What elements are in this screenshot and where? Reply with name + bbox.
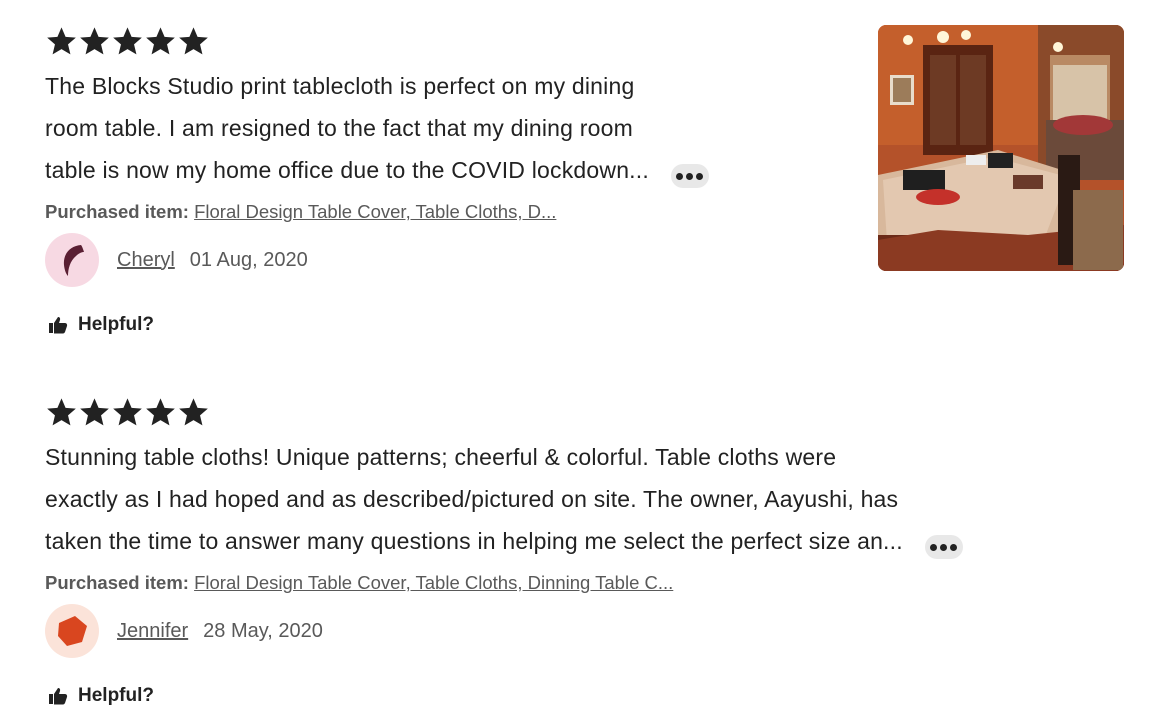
thumbs-up-icon — [49, 317, 68, 334]
review-date: 28 May, 2020 — [203, 619, 323, 642]
dot-icon — [686, 172, 694, 180]
star-icon — [80, 27, 109, 55]
pentagon-shape-icon — [58, 616, 87, 646]
helpful-button[interactable]: Helpful? — [45, 685, 1105, 707]
review-text-line: table is now my home office due to the C… — [45, 157, 649, 183]
crescent-shape-icon — [63, 245, 84, 276]
dot-icon — [930, 543, 938, 551]
star-rating — [45, 25, 825, 57]
expand-review-button[interactable] — [924, 535, 963, 559]
purchased-item: Purchased item: Floral Design Table Cove… — [45, 201, 825, 223]
purchased-item-link[interactable]: Floral Design Table Cover, Table Cloths,… — [194, 572, 673, 593]
dining-room-photo — [878, 25, 1124, 271]
reviewer-info: Jennifer 28 May, 2020 — [45, 604, 1105, 658]
star-icon — [80, 398, 109, 426]
purchased-item-link[interactable]: Floral Design Table Cover, Table Cloths,… — [194, 201, 556, 222]
star-icon — [47, 27, 76, 55]
reviewer-name-link[interactable]: Jennifer — [117, 620, 188, 643]
helpful-button[interactable]: Helpful? — [45, 314, 825, 336]
purchased-item-label: Purchased item: — [45, 572, 189, 593]
purchased-item-label: Purchased item: — [45, 201, 189, 222]
star-icon — [179, 398, 208, 426]
review-text: The Blocks Studio print tablecloth is pe… — [45, 65, 649, 191]
star-icon — [47, 398, 76, 426]
helpful-label: Helpful? — [78, 314, 154, 335]
star-icon — [146, 27, 175, 55]
star-icon — [113, 27, 142, 55]
avatar[interactable] — [45, 604, 99, 658]
avatar[interactable] — [45, 233, 99, 287]
expand-review-button[interactable] — [670, 164, 709, 188]
star-icon — [146, 398, 175, 426]
review-text-line: Stunning table cloths! Unique patterns; … — [45, 444, 837, 470]
dot-icon — [676, 172, 684, 180]
helpful-label: Helpful? — [78, 685, 154, 706]
dot-icon — [940, 543, 948, 551]
star-rating — [45, 396, 1105, 428]
star-icon — [179, 27, 208, 55]
review-text-line: exactly as I had hoped and as described/… — [45, 486, 899, 512]
review-text: Stunning table cloths! Unique patterns; … — [45, 436, 903, 562]
review-card-2: Stunning table cloths! Unique patterns; … — [45, 396, 1105, 707]
review-text-line: taken the time to answer many questions … — [45, 528, 903, 554]
review-date: 01 Aug, 2020 — [189, 248, 308, 271]
reviewer-name-link[interactable]: Cheryl — [117, 249, 175, 272]
thumbs-up-icon — [49, 688, 68, 705]
reviewer-info: Cheryl 01 Aug, 2020 — [45, 233, 825, 287]
review-text-line: room table. I am resigned to the fact th… — [45, 115, 633, 141]
purchased-item: Purchased item: Floral Design Table Cove… — [45, 572, 1105, 594]
star-icon — [113, 398, 142, 426]
review-photo[interactable] — [878, 25, 1124, 271]
review-card-1: The Blocks Studio print tablecloth is pe… — [45, 25, 825, 336]
dot-icon — [696, 172, 704, 180]
review-text-line: The Blocks Studio print tablecloth is pe… — [45, 73, 635, 99]
dot-icon — [950, 543, 958, 551]
